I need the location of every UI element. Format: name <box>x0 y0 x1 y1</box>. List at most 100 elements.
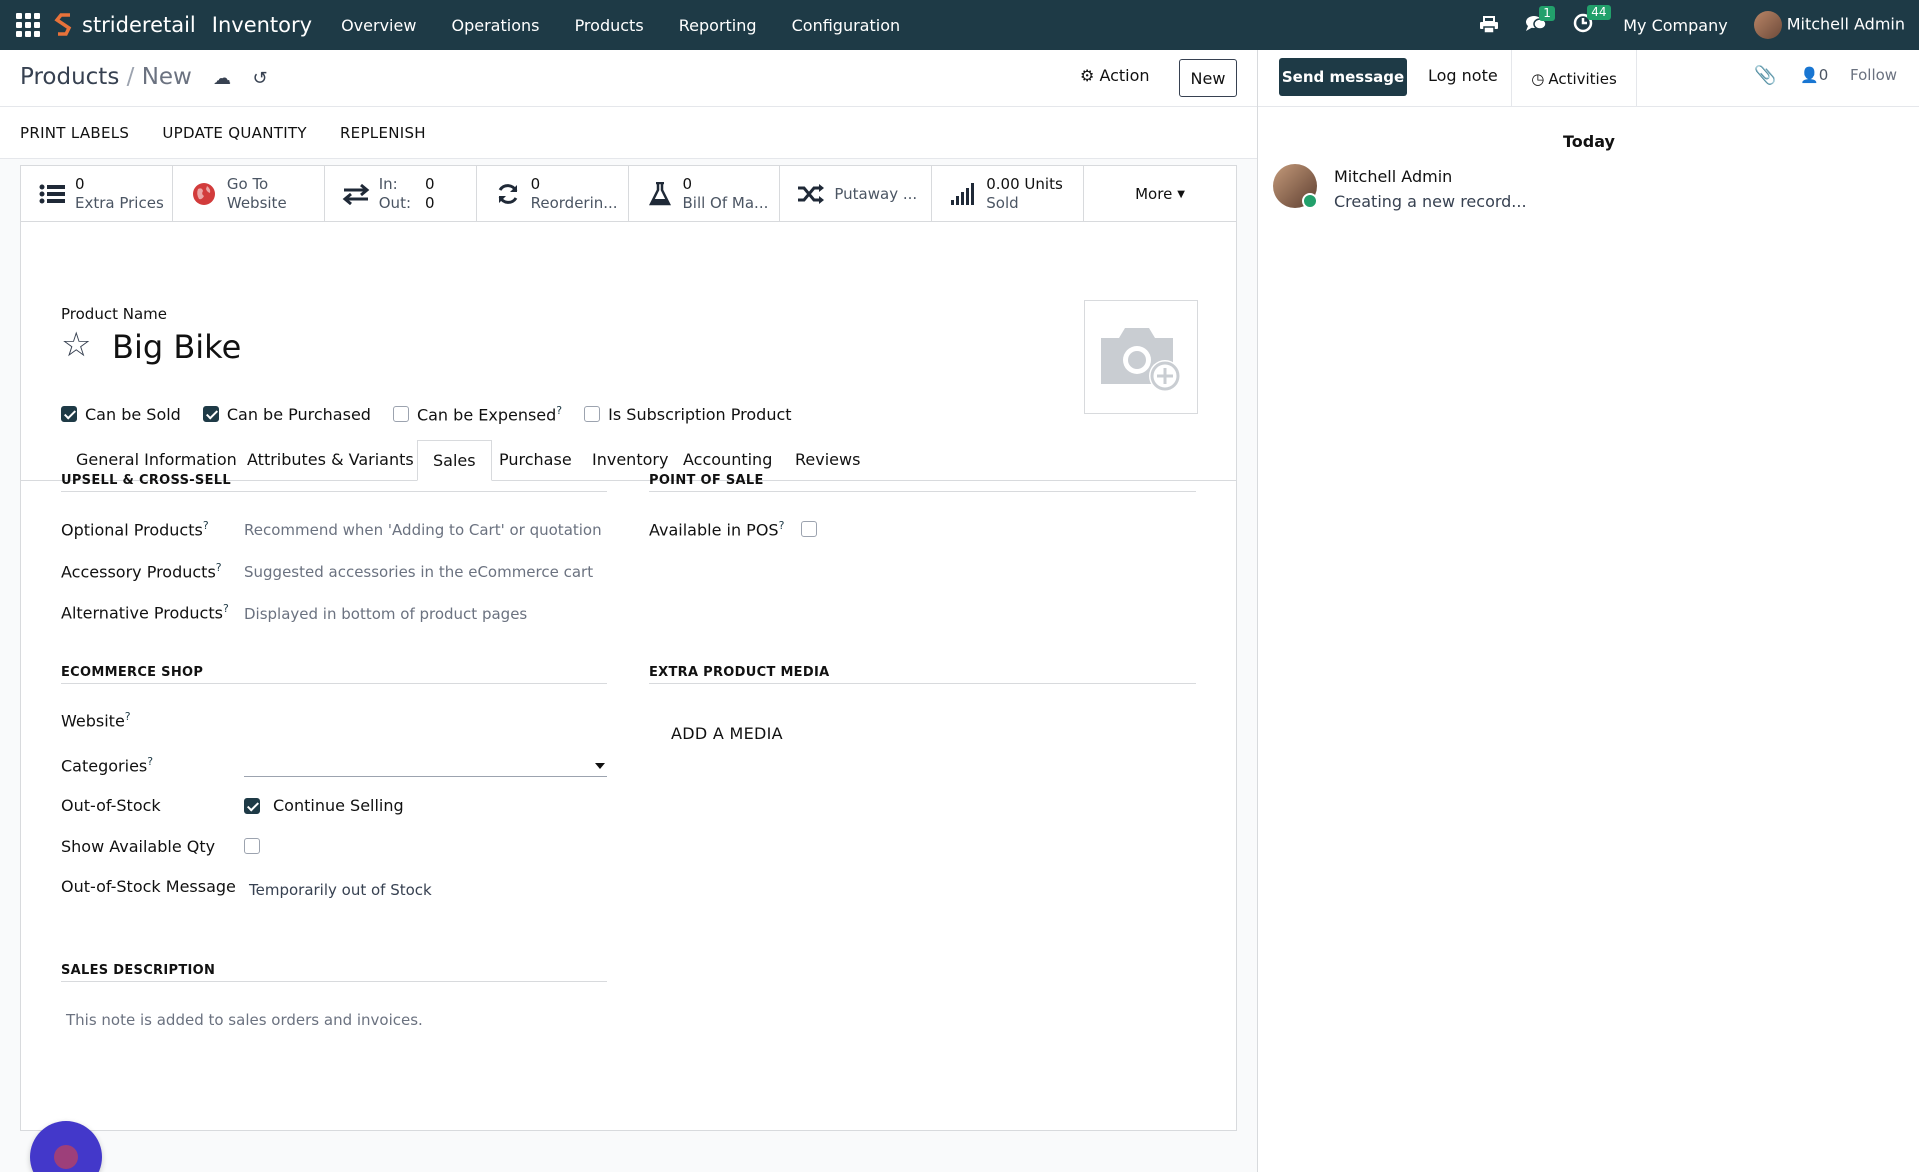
can-be-purchased-option[interactable]: Can be Purchased <box>202 404 371 424</box>
update-quantity-button[interactable]: UPDATE QUANTITY <box>154 107 315 159</box>
chatter-topbar: Send message Log note ◷ Activities 📎 👤0 F… <box>1258 50 1919 107</box>
menu-overview[interactable]: Overview <box>341 16 416 35</box>
user-menu[interactable]: Mitchell Admin <box>1753 11 1905 39</box>
brand-logo[interactable]: strideretail <box>54 12 196 38</box>
action-menu-button[interactable]: ⚙ Action <box>1080 66 1150 85</box>
activities-button[interactable]: ◷ Activities <box>1511 50 1637 107</box>
alternative-products-field[interactable]: Displayed in bottom of product pages <box>244 605 527 623</box>
list-icon <box>37 183 67 205</box>
breadcrumb-products[interactable]: Products <box>20 64 119 90</box>
can-be-expensed-checkbox[interactable] <box>392 406 409 423</box>
action-label: Action <box>1099 66 1150 85</box>
print-labels-button[interactable]: PRINT LABELS <box>12 107 137 159</box>
add-media-button[interactable]: ADD A MEDIA <box>671 724 783 743</box>
activities-label: Activities <box>1548 69 1617 88</box>
out-label: Out: <box>378 194 411 212</box>
can-be-sold-option[interactable]: Can be Sold <box>61 404 181 424</box>
can-be-purchased-label: Can be Purchased <box>226 404 371 424</box>
help-icon[interactable]: ? <box>147 755 153 768</box>
help-icon[interactable]: ? <box>203 519 209 532</box>
subscription-label: Is Subscription Product <box>608 404 792 424</box>
discard-icon[interactable]: ↺ <box>252 68 267 89</box>
can-be-sold-label: Can be Sold <box>85 404 181 424</box>
menu-reporting[interactable]: Reporting <box>679 16 757 35</box>
star-icon[interactable]: ☆ <box>61 328 91 362</box>
accessory-products-field[interactable]: Suggested accessories in the eCommerce c… <box>244 563 593 581</box>
continue-selling-checkbox[interactable] <box>244 798 260 814</box>
chat-bubble-icon <box>54 1145 78 1169</box>
pos-section-title: POINT OF SALE <box>649 473 1196 492</box>
new-button[interactable]: New <box>1179 59 1237 97</box>
help-icon[interactable]: ? <box>779 519 785 532</box>
apps-menu-icon[interactable] <box>16 13 40 37</box>
menu-operations[interactable]: Operations <box>452 16 540 35</box>
accessory-products-label: Accessory Products? <box>61 561 222 582</box>
show-available-qty-checkbox[interactable] <box>244 838 260 854</box>
product-name-input[interactable]: Big Bike <box>112 328 241 366</box>
company-switcher[interactable]: My Company <box>1623 16 1727 35</box>
subscription-checkbox[interactable] <box>584 406 601 423</box>
optional-products-label: Optional Products? <box>61 519 209 540</box>
activities-count-badge: 44 <box>1587 5 1611 20</box>
categories-select[interactable] <box>244 757 607 777</box>
messages-count-badge: 1 <box>1539 6 1555 21</box>
show-available-qty-label: Show Available Qty <box>61 837 216 856</box>
paperclip-icon[interactable]: 📎 <box>1754 65 1776 86</box>
messages-button[interactable]: 1 <box>1525 6 1555 36</box>
send-message-button[interactable]: Send message <box>1279 58 1407 96</box>
help-icon[interactable]: ? <box>223 602 229 615</box>
go-to-website-button[interactable]: Go To Website <box>173 166 325 222</box>
followers-count: 0 <box>1818 66 1829 84</box>
followers-button[interactable]: 👤0 <box>1800 66 1828 84</box>
clock-icon: ◷ <box>1531 69 1545 88</box>
website-label: Website <box>226 194 287 212</box>
app-name[interactable]: Inventory <box>212 13 312 37</box>
log-note-button[interactable]: Log note <box>1428 66 1498 85</box>
chatter-panel: Send message Log note ◷ Activities 📎 👤0 F… <box>1257 50 1919 1172</box>
replenish-button[interactable]: REPLENISH <box>332 107 434 159</box>
gear-icon: ⚙ <box>1080 66 1095 85</box>
reordering-value: 0 <box>530 175 541 193</box>
available-pos-label: Available in POS? <box>649 519 785 540</box>
shuffle-icon <box>796 183 826 205</box>
categories-label: Categories? <box>61 755 154 776</box>
help-icon[interactable]: ? <box>556 404 562 417</box>
can-be-expensed-option[interactable]: Can be Expensed? <box>392 404 562 424</box>
extra-prices-button[interactable]: 0 Extra Prices <box>21 166 173 222</box>
product-image-upload[interactable] <box>1084 300 1198 414</box>
oos-message-input[interactable]: Temporarily out of Stock <box>249 881 432 899</box>
putaway-button[interactable]: Putaway ... <box>780 166 933 222</box>
can-be-purchased-checkbox[interactable] <box>202 406 219 423</box>
product-name-label: Product Name <box>61 305 167 323</box>
website-label: Website? <box>61 710 131 731</box>
printer-icon[interactable] <box>1479 16 1499 34</box>
follow-button[interactable]: Follow <box>1850 66 1897 84</box>
oos-message-label: Out-of-Stock Message <box>61 877 236 896</box>
product-options: Can be Sold Can be Purchased Can be Expe… <box>61 404 792 424</box>
date-separator: Today <box>1563 132 1615 151</box>
bom-label: Bill Of Ma... <box>682 194 769 212</box>
message-author-avatar[interactable] <box>1273 164 1318 209</box>
help-icon[interactable]: ? <box>216 561 222 574</box>
menu-configuration[interactable]: Configuration <box>792 16 901 35</box>
menu-products[interactable]: Products <box>575 16 644 35</box>
save-cloud-icon[interactable]: ☁ <box>213 68 231 89</box>
help-icon[interactable]: ? <box>125 710 131 723</box>
more-button[interactable]: More ▼ <box>1084 166 1236 222</box>
globe-icon <box>189 182 219 206</box>
units-sold-button[interactable]: 0.00 Units Sold <box>932 166 1085 222</box>
activities-button[interactable]: 44 <box>1573 5 1611 37</box>
in-out-button[interactable]: In: 0 Out: 0 <box>325 166 477 222</box>
optional-products-field[interactable]: Recommend when 'Adding to Cart' or quota… <box>244 521 602 539</box>
reordering-button[interactable]: 0 Reorderin... <box>477 166 629 222</box>
subscription-option[interactable]: Is Subscription Product <box>584 404 792 424</box>
upsell-section-title: UPSELL & CROSS-SELL <box>61 473 607 492</box>
bill-of-materials-button[interactable]: 0 Bill Of Ma... <box>629 166 781 222</box>
available-pos-checkbox[interactable] <box>801 521 817 537</box>
user-icon: 👤 <box>1800 66 1819 84</box>
sales-description-field[interactable]: This note is added to sales orders and i… <box>66 1011 423 1029</box>
can-be-sold-checkbox[interactable] <box>61 406 77 423</box>
sold-label: Sold <box>986 194 1019 212</box>
message-author[interactable]: Mitchell Admin <box>1334 167 1452 186</box>
form-sheet: 0 Extra Prices Go To Website In: 0 Out: 0 0 Re… <box>20 165 1237 1131</box>
